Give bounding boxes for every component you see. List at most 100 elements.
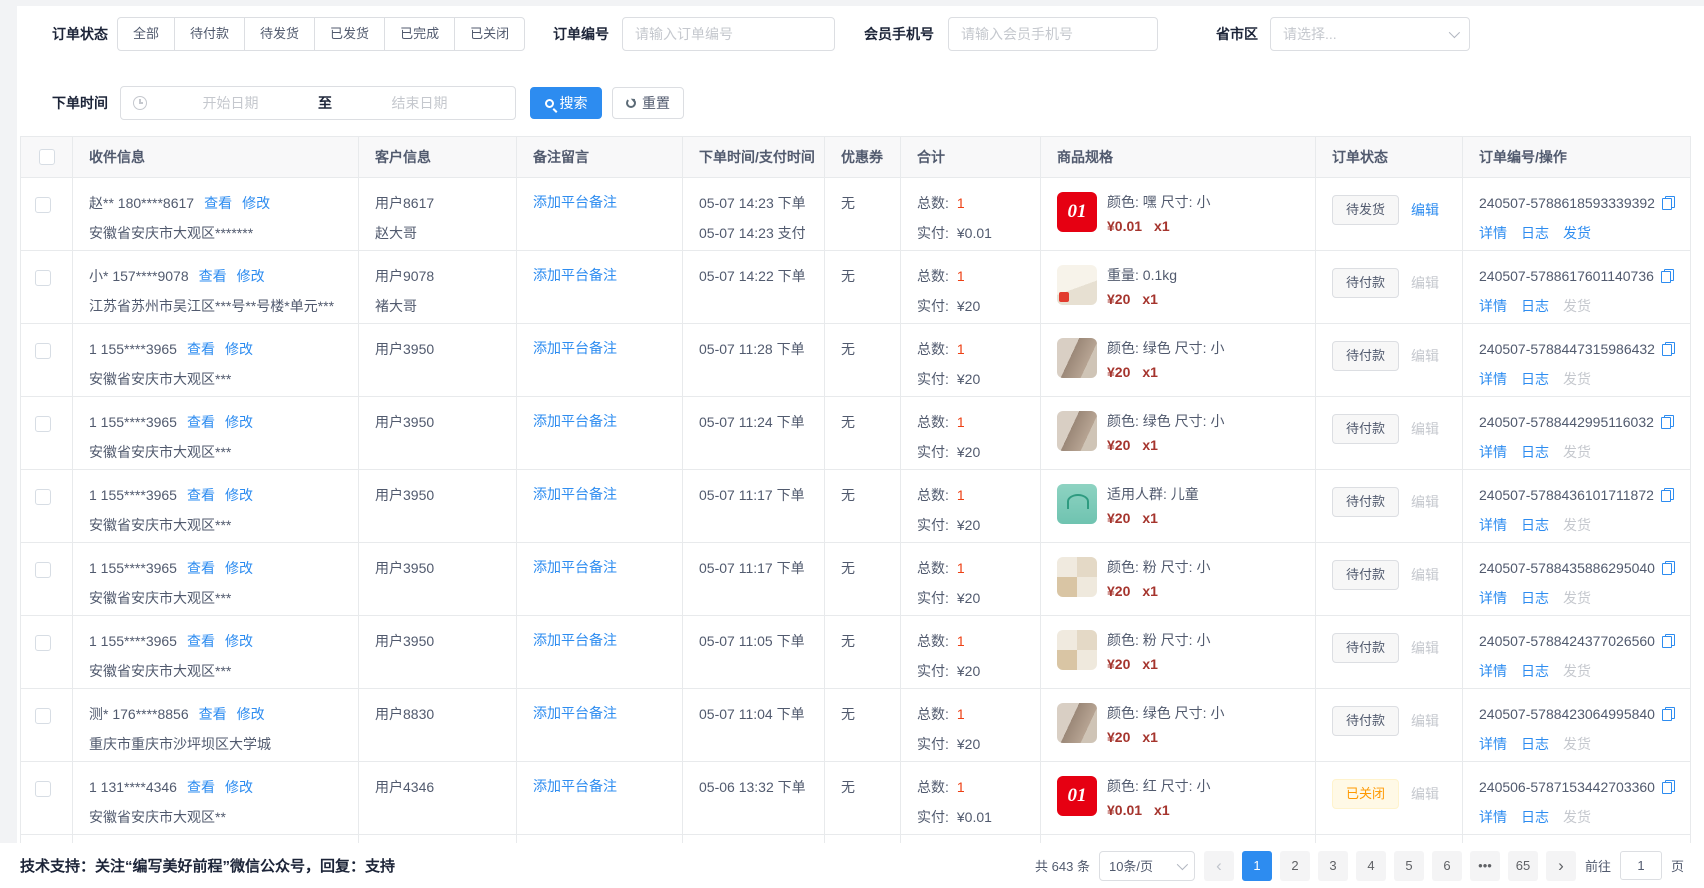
modify-receiver-link[interactable]: 修改 xyxy=(225,341,253,357)
ship-link[interactable]: 发货 xyxy=(1563,809,1591,825)
ship-link[interactable]: 发货 xyxy=(1563,736,1591,752)
detail-link[interactable]: 详情 xyxy=(1479,736,1507,752)
edit-status-link[interactable]: 编辑 xyxy=(1411,414,1439,444)
detail-link[interactable]: 详情 xyxy=(1479,298,1507,314)
status-tab-1[interactable]: 待付款 xyxy=(174,17,245,51)
row-checkbox[interactable] xyxy=(35,270,51,286)
view-receiver-link[interactable]: 查看 xyxy=(199,706,227,722)
page-button-1[interactable]: 1 xyxy=(1242,851,1272,881)
copy-icon[interactable] xyxy=(1661,269,1674,283)
detail-link[interactable]: 详情 xyxy=(1479,225,1507,241)
edit-status-link[interactable]: 编辑 xyxy=(1411,195,1439,225)
goto-page-input[interactable] xyxy=(1620,851,1662,880)
status-tab-3[interactable]: 已发货 xyxy=(314,17,385,51)
ship-link[interactable]: 发货 xyxy=(1563,590,1591,606)
select-all-checkbox[interactable] xyxy=(39,149,55,165)
ship-link[interactable]: 发货 xyxy=(1563,225,1591,241)
status-tab-5[interactable]: 已关闭 xyxy=(454,17,525,51)
view-receiver-link[interactable]: 查看 xyxy=(187,633,215,649)
log-link[interactable]: 日志 xyxy=(1521,517,1549,533)
add-note-link[interactable]: 添加平台备注 xyxy=(533,267,617,283)
order-no-input[interactable] xyxy=(622,17,835,51)
member-phone-input[interactable] xyxy=(948,17,1158,51)
copy-icon[interactable] xyxy=(1662,707,1675,721)
edit-status-link[interactable]: 编辑 xyxy=(1411,706,1439,736)
modify-receiver-link[interactable]: 修改 xyxy=(225,487,253,503)
page-button-2[interactable]: 2 xyxy=(1280,851,1310,881)
search-button[interactable]: 搜索 xyxy=(530,87,602,119)
end-date-input[interactable]: 结束日期 xyxy=(336,93,503,113)
copy-icon[interactable] xyxy=(1662,634,1675,648)
detail-link[interactable]: 详情 xyxy=(1479,590,1507,606)
date-range-picker[interactable]: 开始日期 至 结束日期 xyxy=(120,86,516,120)
edit-status-link[interactable]: 编辑 xyxy=(1411,779,1439,809)
edit-status-link[interactable]: 编辑 xyxy=(1411,633,1439,663)
add-note-link[interactable]: 添加平台备注 xyxy=(533,778,617,794)
view-receiver-link[interactable]: 查看 xyxy=(187,487,215,503)
log-link[interactable]: 日志 xyxy=(1521,590,1549,606)
edit-status-link[interactable]: 编辑 xyxy=(1411,560,1439,590)
row-checkbox[interactable] xyxy=(35,416,51,432)
copy-icon[interactable] xyxy=(1662,780,1675,794)
log-link[interactable]: 日志 xyxy=(1521,809,1549,825)
page-button-4[interactable]: 4 xyxy=(1356,851,1386,881)
modify-receiver-link[interactable]: 修改 xyxy=(237,268,265,284)
modify-receiver-link[interactable]: 修改 xyxy=(225,779,253,795)
ship-link[interactable]: 发货 xyxy=(1563,371,1591,387)
view-receiver-link[interactable]: 查看 xyxy=(187,779,215,795)
edit-status-link[interactable]: 编辑 xyxy=(1411,341,1439,371)
region-select[interactable]: 请选择... xyxy=(1270,17,1470,51)
copy-icon[interactable] xyxy=(1661,415,1674,429)
detail-link[interactable]: 详情 xyxy=(1479,517,1507,533)
view-receiver-link[interactable]: 查看 xyxy=(187,560,215,576)
copy-icon[interactable] xyxy=(1661,488,1674,502)
row-checkbox[interactable] xyxy=(35,781,51,797)
page-size-select[interactable]: 10条/页 xyxy=(1099,851,1195,881)
add-note-link[interactable]: 添加平台备注 xyxy=(533,705,617,721)
row-checkbox[interactable] xyxy=(35,562,51,578)
ship-link[interactable]: 发货 xyxy=(1563,444,1591,460)
row-checkbox[interactable] xyxy=(35,635,51,651)
status-tab-0[interactable]: 全部 xyxy=(117,17,175,51)
page-button-6[interactable]: 6 xyxy=(1432,851,1462,881)
log-link[interactable]: 日志 xyxy=(1521,371,1549,387)
modify-receiver-link[interactable]: 修改 xyxy=(237,706,265,722)
add-note-link[interactable]: 添加平台备注 xyxy=(533,194,617,210)
status-tab-2[interactable]: 待发货 xyxy=(244,17,315,51)
add-note-link[interactable]: 添加平台备注 xyxy=(533,632,617,648)
page-button-65[interactable]: 65 xyxy=(1508,851,1538,881)
modify-receiver-link[interactable]: 修改 xyxy=(225,560,253,576)
reset-button[interactable]: 重置 xyxy=(612,87,684,119)
modify-receiver-link[interactable]: 修改 xyxy=(225,414,253,430)
add-note-link[interactable]: 添加平台备注 xyxy=(533,413,617,429)
view-receiver-link[interactable]: 查看 xyxy=(187,341,215,357)
page-button-3[interactable]: 3 xyxy=(1318,851,1348,881)
detail-link[interactable]: 详情 xyxy=(1479,809,1507,825)
copy-icon[interactable] xyxy=(1662,561,1675,575)
detail-link[interactable]: 详情 xyxy=(1479,444,1507,460)
ship-link[interactable]: 发货 xyxy=(1563,517,1591,533)
detail-link[interactable]: 详情 xyxy=(1479,371,1507,387)
log-link[interactable]: 日志 xyxy=(1521,736,1549,752)
log-link[interactable]: 日志 xyxy=(1521,663,1549,679)
next-page-button[interactable]: › xyxy=(1546,851,1576,881)
row-checkbox[interactable] xyxy=(35,489,51,505)
row-checkbox[interactable] xyxy=(35,708,51,724)
ship-link[interactable]: 发货 xyxy=(1563,298,1591,314)
status-tab-4[interactable]: 已完成 xyxy=(384,17,455,51)
ship-link[interactable]: 发货 xyxy=(1563,663,1591,679)
row-checkbox[interactable] xyxy=(35,343,51,359)
view-receiver-link[interactable]: 查看 xyxy=(187,414,215,430)
add-note-link[interactable]: 添加平台备注 xyxy=(533,559,617,575)
add-note-link[interactable]: 添加平台备注 xyxy=(533,486,617,502)
log-link[interactable]: 日志 xyxy=(1521,225,1549,241)
view-receiver-link[interactable]: 查看 xyxy=(199,268,227,284)
copy-icon[interactable] xyxy=(1662,196,1675,210)
log-link[interactable]: 日志 xyxy=(1521,444,1549,460)
edit-status-link[interactable]: 编辑 xyxy=(1411,268,1439,298)
page-ellipsis[interactable]: ••• xyxy=(1470,851,1500,881)
add-note-link[interactable]: 添加平台备注 xyxy=(533,340,617,356)
start-date-input[interactable]: 开始日期 xyxy=(147,93,314,113)
modify-receiver-link[interactable]: 修改 xyxy=(225,633,253,649)
copy-icon[interactable] xyxy=(1662,342,1675,356)
